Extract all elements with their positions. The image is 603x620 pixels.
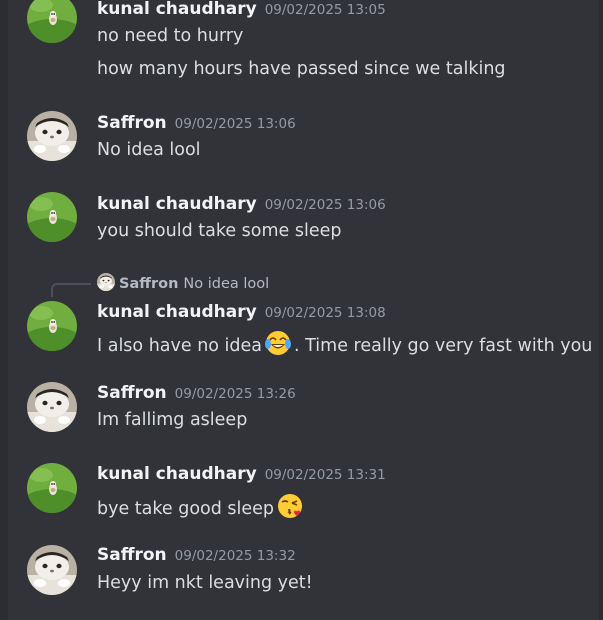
message-text: how many hours have passed since we talk… xyxy=(97,59,506,79)
message-text: you should take some sleep xyxy=(97,221,342,241)
joy-emoji[interactable] xyxy=(264,329,292,362)
message-author[interactable]: kunal chaudhary 09/02/2025 13:31 xyxy=(97,464,386,484)
author-name[interactable]: Saffron xyxy=(97,545,167,565)
cat-avatar[interactable] xyxy=(27,545,77,595)
message-timestamp: 09/02/2025 13:26 xyxy=(174,386,296,402)
frog-avatar[interactable] xyxy=(27,192,77,242)
reply-preview[interactable]: Saffron No idea lool xyxy=(97,273,269,292)
author-name[interactable]: kunal chaudhary xyxy=(97,0,257,19)
message-timestamp: 09/02/2025 13:32 xyxy=(174,548,296,564)
message-timestamp: 09/02/2025 13:31 xyxy=(264,467,386,483)
message-text: no need to hurry xyxy=(97,26,244,46)
cat-avatar[interactable] xyxy=(27,111,77,161)
message-text: I also have no idea . Time really go ver… xyxy=(97,329,592,362)
message-author[interactable]: Saffron 09/02/2025 13:32 xyxy=(97,545,296,565)
message-timestamp: 09/02/2025 13:06 xyxy=(264,197,386,213)
frog-avatar[interactable] xyxy=(27,463,77,513)
message-text: Heyy im nkt leaving yet! xyxy=(97,573,313,593)
author-name[interactable]: kunal chaudhary xyxy=(97,194,257,214)
left-panel-edge xyxy=(0,0,8,620)
message-timestamp: 09/02/2025 13:08 xyxy=(264,305,386,321)
reply-author[interactable]: Saffron xyxy=(119,276,178,292)
cat-avatar[interactable] xyxy=(27,382,77,432)
message-text: bye take good sleep xyxy=(97,492,306,525)
author-name[interactable]: kunal chaudhary xyxy=(97,464,257,484)
message-timestamp: 09/02/2025 13:05 xyxy=(264,2,386,18)
message-author[interactable]: kunal chaudhary 09/02/2025 13:08 xyxy=(97,302,386,322)
message-text-part: bye take good sleep xyxy=(97,499,275,519)
author-name[interactable]: kunal chaudhary xyxy=(97,302,257,322)
message-text: No idea lool xyxy=(97,140,201,160)
message-timestamp: 09/02/2025 13:06 xyxy=(174,116,296,132)
message-text-part: I also have no idea xyxy=(97,336,263,356)
author-name[interactable]: Saffron xyxy=(97,113,167,133)
frog-avatar[interactable] xyxy=(27,301,77,351)
message-author[interactable]: kunal chaudhary 09/02/2025 13:05 xyxy=(97,0,386,19)
reply-text[interactable]: No idea lool xyxy=(183,276,269,292)
cat-avatar xyxy=(97,273,115,291)
kissing-heart-emoji[interactable] xyxy=(276,492,304,525)
message-text: Im fallimg asleep xyxy=(97,410,248,430)
message-author[interactable]: Saffron 09/02/2025 13:26 xyxy=(97,383,296,403)
frog-avatar[interactable] xyxy=(27,0,77,43)
message-author[interactable]: kunal chaudhary 09/02/2025 13:06 xyxy=(97,194,386,214)
author-name[interactable]: Saffron xyxy=(97,383,167,403)
message-author[interactable]: Saffron 09/02/2025 13:06 xyxy=(97,113,296,133)
scrollbar-track[interactable] xyxy=(599,0,603,620)
reply-spine xyxy=(51,283,91,297)
message-text-part: . Time really go very fast with you xyxy=(294,336,593,356)
